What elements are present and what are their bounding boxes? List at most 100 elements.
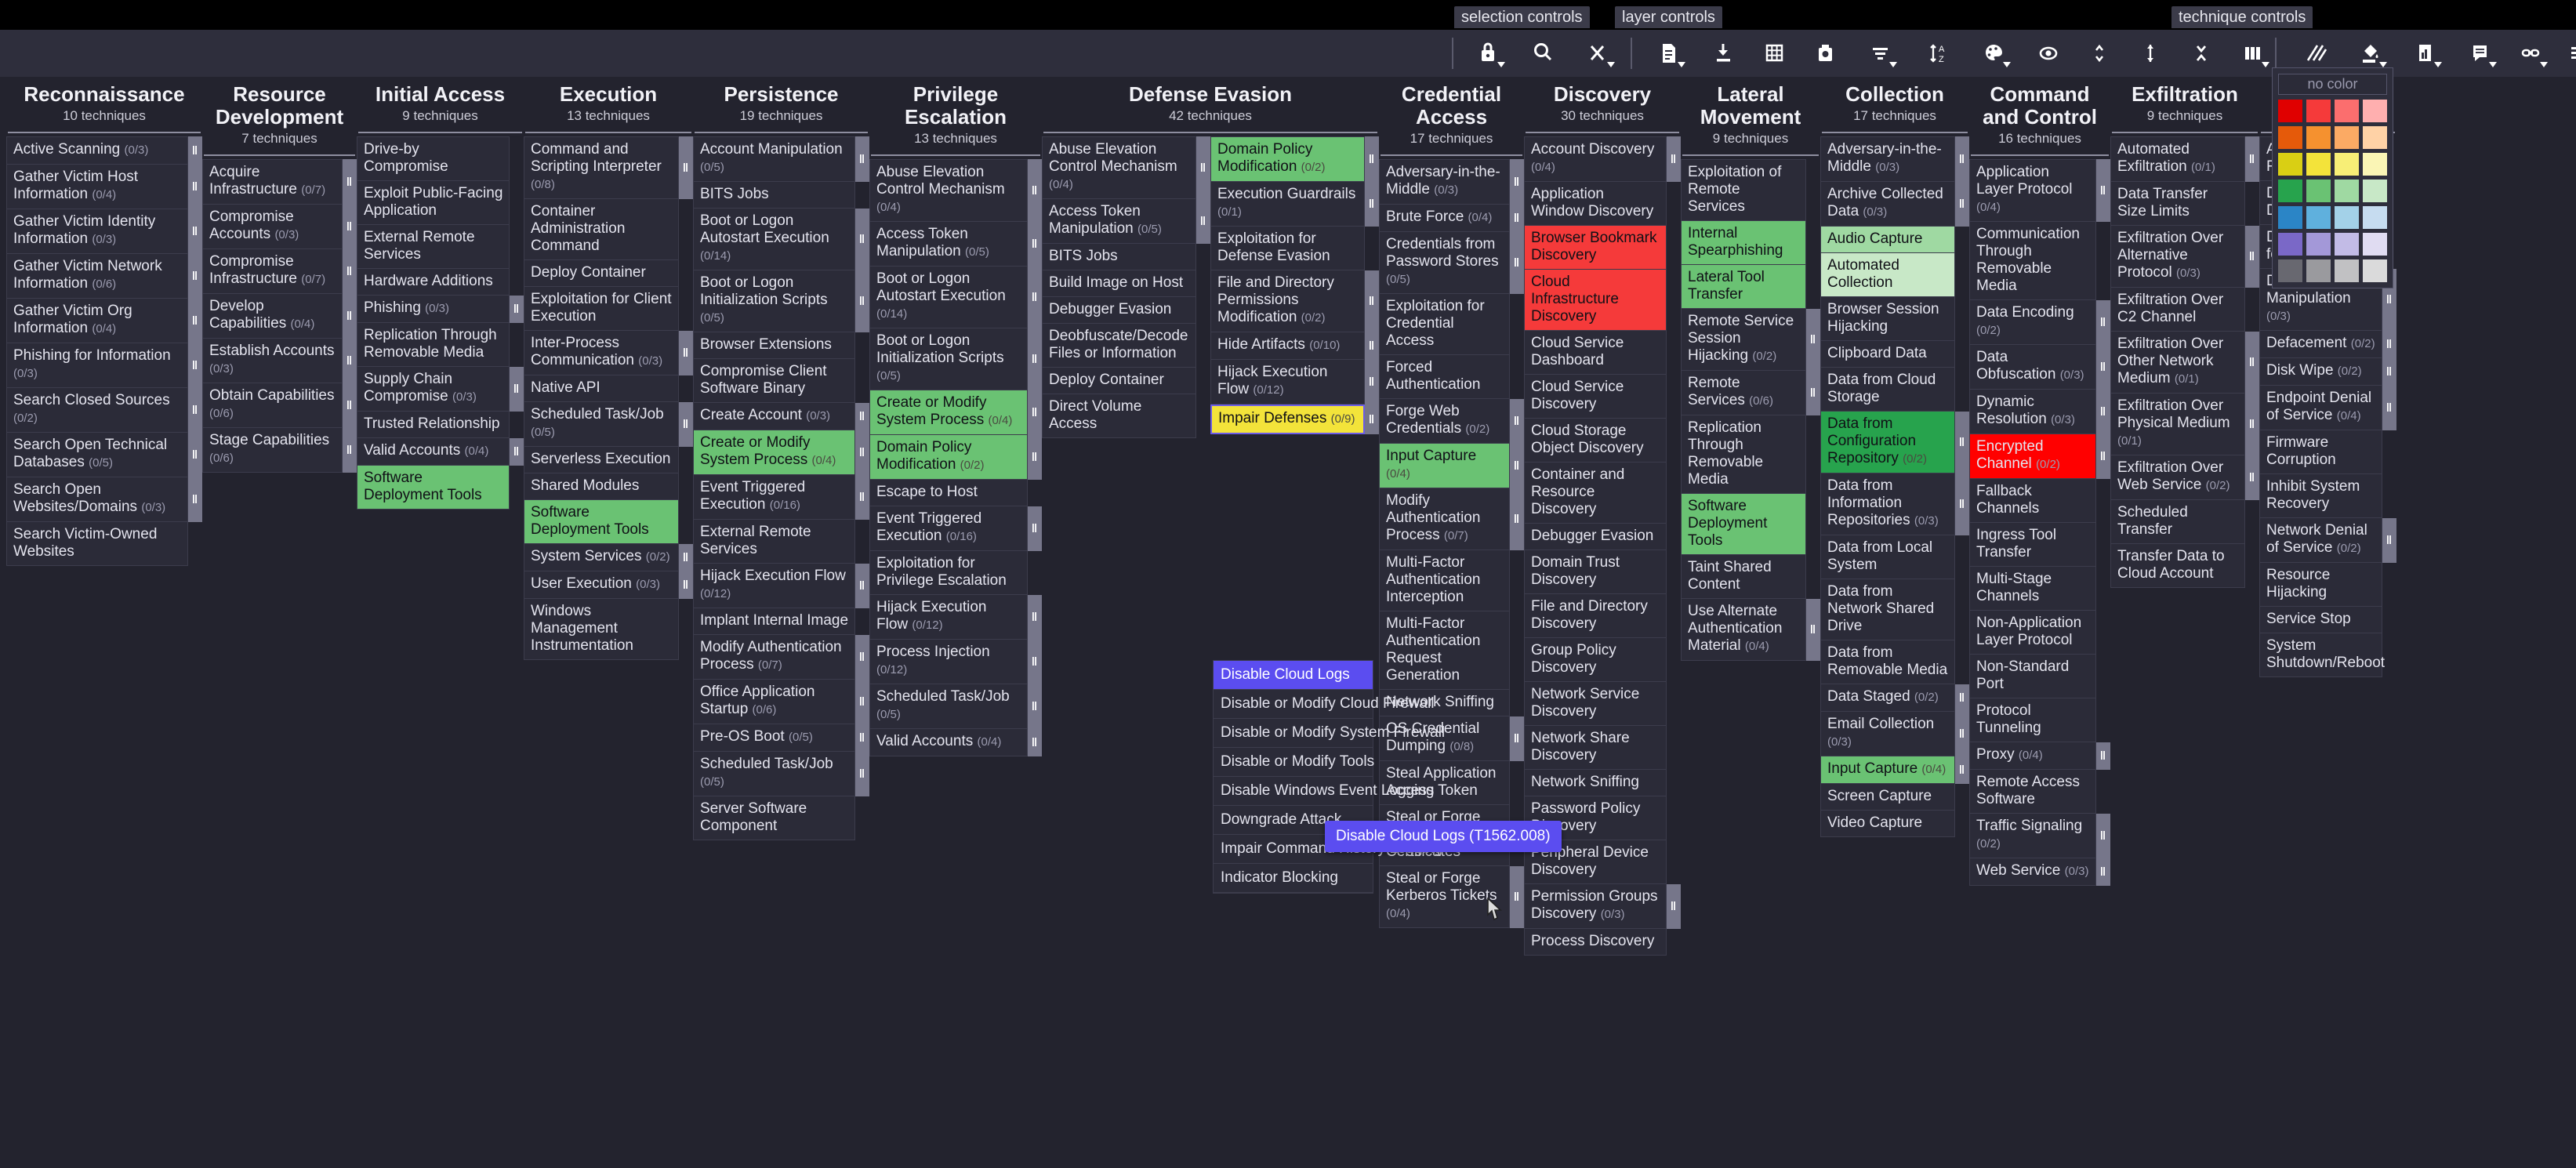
color-swatch[interactable] (2306, 233, 2331, 256)
technique-cell[interactable]: Disk Wipe (0/2) (2259, 358, 2382, 386)
technique-cell[interactable]: Container Administration Command (524, 199, 679, 260)
link-icon[interactable] (2513, 34, 2549, 72)
tactic-header[interactable]: Discovery 30 techniques (1524, 77, 1681, 129)
technique-cell[interactable]: Cloud Storage Object Discovery (1524, 419, 1667, 462)
technique-cell[interactable]: Supply Chain Compromise (0/3) (357, 367, 510, 412)
expand-subtechniques-handle[interactable]: ‖ (1510, 444, 1524, 488)
technique-cell[interactable]: Remote Service Session Hijacking (0/2) (1681, 309, 1806, 371)
technique-cell[interactable]: Gather Victim Host Information (0/4) (6, 165, 188, 209)
technique-cell[interactable]: Service Stop (2259, 607, 2382, 633)
technique-cell[interactable]: Boot or Logon Initialization Scripts (0/… (693, 270, 855, 332)
expand-subtechniques-handle[interactable]: ‖ (2096, 345, 2110, 390)
expand-subtechniques-handle[interactable]: ‖ (1955, 684, 1969, 712)
collapse-subtechniques-icon[interactable] (2183, 34, 2219, 72)
expand-subtechniques-handle[interactable]: ‖ (855, 430, 869, 475)
technique-cell[interactable]: Pre-OS Boot (0/5) (693, 724, 855, 752)
technique-cell[interactable]: Event Triggered Execution (0/16) (869, 506, 1028, 551)
technique-cell[interactable]: Account Discovery (0/4) (1524, 136, 1667, 182)
technique-cell[interactable]: Boot or Logon Autostart Execution (0/14) (693, 209, 855, 270)
expand-subtechniques-handle[interactable]: ‖ (188, 388, 202, 433)
expand-subtechniques-handle[interactable]: ‖ (343, 205, 357, 249)
technique-cell[interactable]: Server Software Component (693, 796, 855, 840)
technique-cell[interactable]: Software Deployment Tools (1681, 494, 1806, 555)
expand-subtechniques-handle[interactable]: ‖ (2382, 518, 2396, 563)
technique-cell[interactable]: Internal Spearphishing (1681, 221, 1806, 265)
expand-subtechniques-handle[interactable]: ‖ (2382, 331, 2396, 358)
technique-cell[interactable]: Scheduled Task/Job (0/5) (693, 752, 855, 796)
sort-az-icon[interactable]: AZ (1921, 34, 1957, 72)
color-swatch[interactable] (2335, 180, 2359, 202)
expand-subtechniques-handle[interactable]: ‖ (188, 209, 202, 254)
color-swatch[interactable] (2335, 153, 2359, 176)
technique-cell[interactable]: Obtain Capabilities (0/6) (202, 383, 343, 428)
expand-subtechniques-handle[interactable]: ‖ (1955, 136, 1969, 182)
technique-cell[interactable]: Brute Force (0/4) (1379, 205, 1510, 232)
expand-subtechniques-handle[interactable]: ‖ (855, 209, 869, 270)
expand-subtechniques-handle[interactable]: ‖ (1028, 506, 1042, 551)
technique-cell[interactable]: Abuse Elevation Control Mechanism (0/4) (869, 159, 1028, 222)
color-setup-icon[interactable] (1976, 34, 2012, 72)
expand-subtechniques-handle[interactable]: ‖ (1365, 332, 1379, 360)
technique-cell[interactable]: Clipboard Data (1820, 341, 1955, 368)
technique-cell[interactable]: Protocol Tunneling (1969, 698, 2096, 742)
technique-cell[interactable]: Search Victim-Owned Websites (6, 522, 188, 566)
tactic-header[interactable]: Persistence 19 techniques (693, 77, 869, 129)
expand-subtechniques-handle[interactable]: ‖ (188, 299, 202, 343)
technique-cell[interactable]: Modify Authentication Process (0/7) (693, 635, 855, 680)
expand-subtechniques-handle[interactable]: ‖ (2096, 300, 2110, 345)
expand-subtechniques-handle[interactable]: ‖ (343, 249, 357, 294)
technique-cell[interactable]: Native API (524, 375, 679, 402)
technique-cell[interactable]: Stage Capabilities (0/6) (202, 428, 343, 473)
technique-cell[interactable]: Serverless Execution (524, 447, 679, 473)
technique-cell[interactable]: Browser Session Hijacking (1820, 297, 1955, 341)
color-swatch[interactable] (2278, 100, 2302, 122)
subtechnique-item[interactable]: Disable Windows Event Logging (1214, 777, 1435, 806)
expand-subtechniques-handle[interactable]: ‖ (1028, 390, 1042, 435)
technique-cell[interactable]: Gather Victim Network Information (0/6) (6, 254, 188, 299)
technique-cell[interactable]: Develop Capabilities (0/4) (202, 294, 343, 339)
fill-color-icon[interactable] (2352, 34, 2388, 72)
expand-subtechniques-handle[interactable]: ‖ (1510, 716, 1524, 761)
expand-subtechniques-handle[interactable]: ‖ (2245, 136, 2259, 182)
technique-cell[interactable]: Remote Access Software (1969, 770, 2096, 814)
technique-cell[interactable]: Exfiltration Over Other Network Medium (… (2110, 332, 2245, 394)
technique-cell[interactable]: Application Layer Protocol (0/4) (1969, 159, 2096, 222)
expand-subtechniques-handle[interactable]: ‖ (1806, 371, 1820, 415)
search-icon[interactable] (1525, 34, 1561, 72)
expand-subtechniques-handle[interactable]: ‖ (1028, 267, 1042, 328)
technique-cell[interactable]: Audio Capture (1820, 227, 1955, 253)
expand-subtechniques-handle[interactable]: ‖ (188, 343, 202, 388)
technique-cell[interactable]: Domain Trust Discovery (1524, 550, 1667, 594)
technique-cell[interactable]: Data from Network Shared Drive (1820, 579, 1955, 640)
clear-selection-icon[interactable] (1580, 34, 1616, 72)
technique-cell[interactable]: Drive-by Compromise (357, 136, 510, 181)
technique-cell[interactable]: Adversary-in-the-Middle (0/3) (1820, 136, 1955, 182)
technique-cell[interactable]: Data Staged (0/2) (1820, 684, 1955, 712)
expand-subtechniques-handle[interactable]: ‖ (1510, 866, 1524, 928)
technique-cell[interactable]: Account Manipulation (0/5) (693, 136, 855, 182)
matrix-layout-icon[interactable] (1756, 34, 1792, 72)
expand-subtechniques-handle[interactable]: ‖ (2382, 358, 2396, 386)
tactic-header[interactable]: Credential Access 17 techniques (1379, 77, 1524, 151)
expand-subtechniques-handle[interactable]: ‖ (1365, 182, 1379, 227)
technique-cell[interactable]: Fallback Channels (1969, 479, 2096, 523)
color-swatch[interactable] (2363, 100, 2387, 122)
technique-cell[interactable]: Exploitation for Client Execution (524, 287, 679, 331)
expand-subtechniques-handle[interactable]: ‖ (2245, 226, 2259, 288)
technique-cell[interactable]: Automated Exfiltration (0/1) (2110, 136, 2245, 182)
expand-subtechniques-handle[interactable]: ‖ (343, 383, 357, 428)
technique-cell[interactable]: Search Closed Sources (0/2) (6, 388, 188, 433)
technique-cell[interactable]: File and Directory Permissions Modificat… (1210, 270, 1365, 332)
technique-cell[interactable]: Trusted Relationship (357, 412, 510, 438)
expand-subtechniques-handle[interactable]: ‖ (855, 724, 869, 752)
expand-subtechniques-handle[interactable]: ‖ (2382, 386, 2396, 430)
technique-cell[interactable]: Network Denial of Service (0/2) (2259, 518, 2382, 563)
technique-cell[interactable]: Process Discovery (1524, 929, 1667, 956)
technique-cell[interactable]: Data from Configuration Repository (0/2) (1820, 412, 1955, 473)
technique-cell[interactable]: Lateral Tool Transfer (1681, 265, 1806, 309)
expand-subtechniques-handle[interactable]: ‖ (855, 270, 869, 332)
technique-cell[interactable]: Office Application Startup (0/6) (693, 680, 855, 724)
technique-cell[interactable]: Forge Web Credentials (0/2) (1379, 399, 1510, 444)
technique-cell[interactable]: Proxy (0/4) (1969, 742, 2096, 770)
technique-cell[interactable]: Group Policy Discovery (1524, 638, 1667, 682)
